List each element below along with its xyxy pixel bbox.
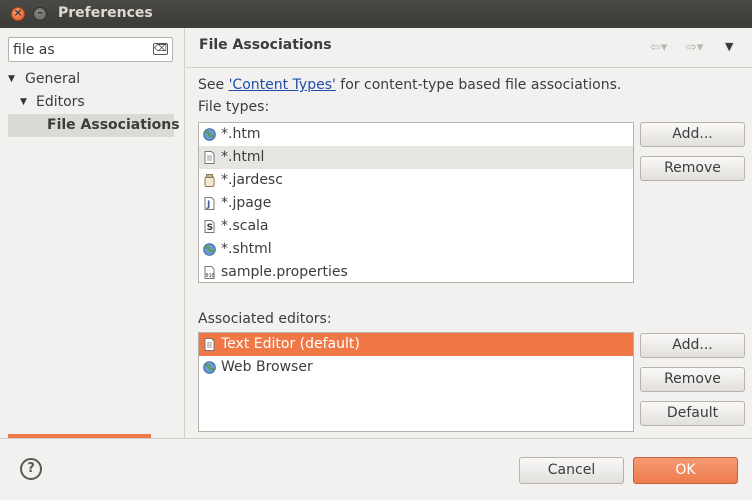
editor-name: Text Editor (default): [221, 336, 360, 352]
document-icon: [204, 151, 215, 164]
default-editor-button[interactable]: Default: [640, 401, 745, 426]
globe-icon: [203, 243, 216, 256]
close-icon: ×: [13, 6, 23, 19]
preferences-sidebar: ⌫ ▼ General ▼ Editors File Associations: [0, 28, 185, 438]
tree-item-label: File Associations: [47, 117, 180, 133]
dialog-button-bar: ? Cancel OK: [0, 438, 752, 500]
filter-field[interactable]: ⌫: [8, 37, 173, 62]
properties-file-icon: 010: [204, 266, 215, 279]
tree-item-label: Editors: [36, 94, 85, 110]
svg-text:010: 010: [206, 273, 215, 279]
add-file-type-button[interactable]: Add...: [640, 122, 745, 147]
expand-triangle-icon[interactable]: ▼: [8, 68, 15, 90]
globe-icon: [203, 361, 216, 374]
file-type-name: *.scala: [221, 218, 269, 234]
view-menu-icon[interactable]: ▼: [725, 40, 733, 53]
window-title: Preferences: [58, 5, 153, 21]
page-title: File Associations: [199, 37, 332, 53]
intro-text-prefix: See: [198, 77, 229, 93]
window-minimize-button[interactable]: –: [33, 6, 47, 21]
list-item[interactable]: *.jardesc: [199, 169, 633, 192]
add-editor-button[interactable]: Add...: [640, 333, 745, 358]
content-types-link[interactable]: 'Content Types': [229, 77, 336, 93]
list-item[interactable]: S *.scala: [199, 215, 633, 238]
associated-editors-list[interactable]: Text Editor (default) Web Browser: [198, 332, 634, 432]
tree-item-label: General: [25, 71, 81, 87]
list-item[interactable]: Web Browser: [199, 356, 633, 379]
svg-text:J: J: [206, 200, 210, 210]
list-item[interactable]: *.shtml: [199, 238, 633, 261]
back-arrow-icon[interactable]: ⇦▾: [650, 40, 667, 55]
tree-item-file-associations[interactable]: File Associations: [47, 114, 180, 136]
ok-button[interactable]: OK: [633, 457, 738, 484]
expand-triangle-icon[interactable]: ▼: [20, 91, 27, 113]
page-header: File Associations ⇦▾ ⇨▾ ▼: [186, 28, 752, 68]
file-type-name: *.html: [221, 149, 265, 165]
editor-name: Web Browser: [221, 359, 313, 375]
scala-file-icon: S: [204, 220, 215, 233]
list-item[interactable]: *.htm: [199, 123, 633, 146]
preference-page: File Associations ⇦▾ ⇨▾ ▼ See 'Content T…: [186, 28, 752, 438]
file-types-label: File types:: [198, 99, 270, 115]
globe-icon: [203, 128, 216, 141]
remove-editor-button[interactable]: Remove: [640, 367, 745, 392]
jar-icon: [204, 174, 215, 187]
file-type-name: sample.properties: [221, 264, 348, 280]
document-icon: [204, 338, 215, 351]
svg-text:S: S: [207, 223, 213, 233]
clear-filter-icon[interactable]: ⌫: [153, 43, 168, 55]
content-types-intro: See 'Content Types' for content-type bas…: [198, 77, 621, 93]
forward-arrow-icon[interactable]: ⇨▾: [686, 40, 703, 55]
help-icon[interactable]: ?: [20, 458, 42, 480]
list-item[interactable]: *.html: [199, 146, 633, 169]
page-content: See 'Content Types' for content-type bas…: [186, 69, 752, 438]
filter-input[interactable]: [13, 40, 148, 59]
file-types-list[interactable]: *.htm *.html *.jardesc J *.jpage S *.sca…: [198, 122, 634, 283]
list-item[interactable]: 010 sample.properties: [199, 261, 633, 282]
file-type-name: *.htm: [221, 126, 261, 142]
cancel-button[interactable]: Cancel: [519, 457, 624, 484]
list-item[interactable]: Text Editor (default): [199, 333, 633, 356]
associated-editors-label: Associated editors:: [198, 311, 332, 327]
file-type-name: *.shtml: [221, 241, 272, 257]
minimize-icon: –: [37, 6, 43, 19]
remove-file-type-button[interactable]: Remove: [640, 156, 745, 181]
file-type-name: *.jardesc: [221, 172, 283, 188]
java-scrapbook-icon: J: [204, 197, 215, 210]
file-type-name: *.jpage: [221, 195, 272, 211]
intro-text-suffix: for content-type based file associations…: [335, 77, 622, 93]
list-item[interactable]: J *.jpage: [199, 192, 633, 215]
title-bar: × – Preferences: [0, 0, 752, 28]
window-close-button[interactable]: ×: [11, 6, 25, 21]
